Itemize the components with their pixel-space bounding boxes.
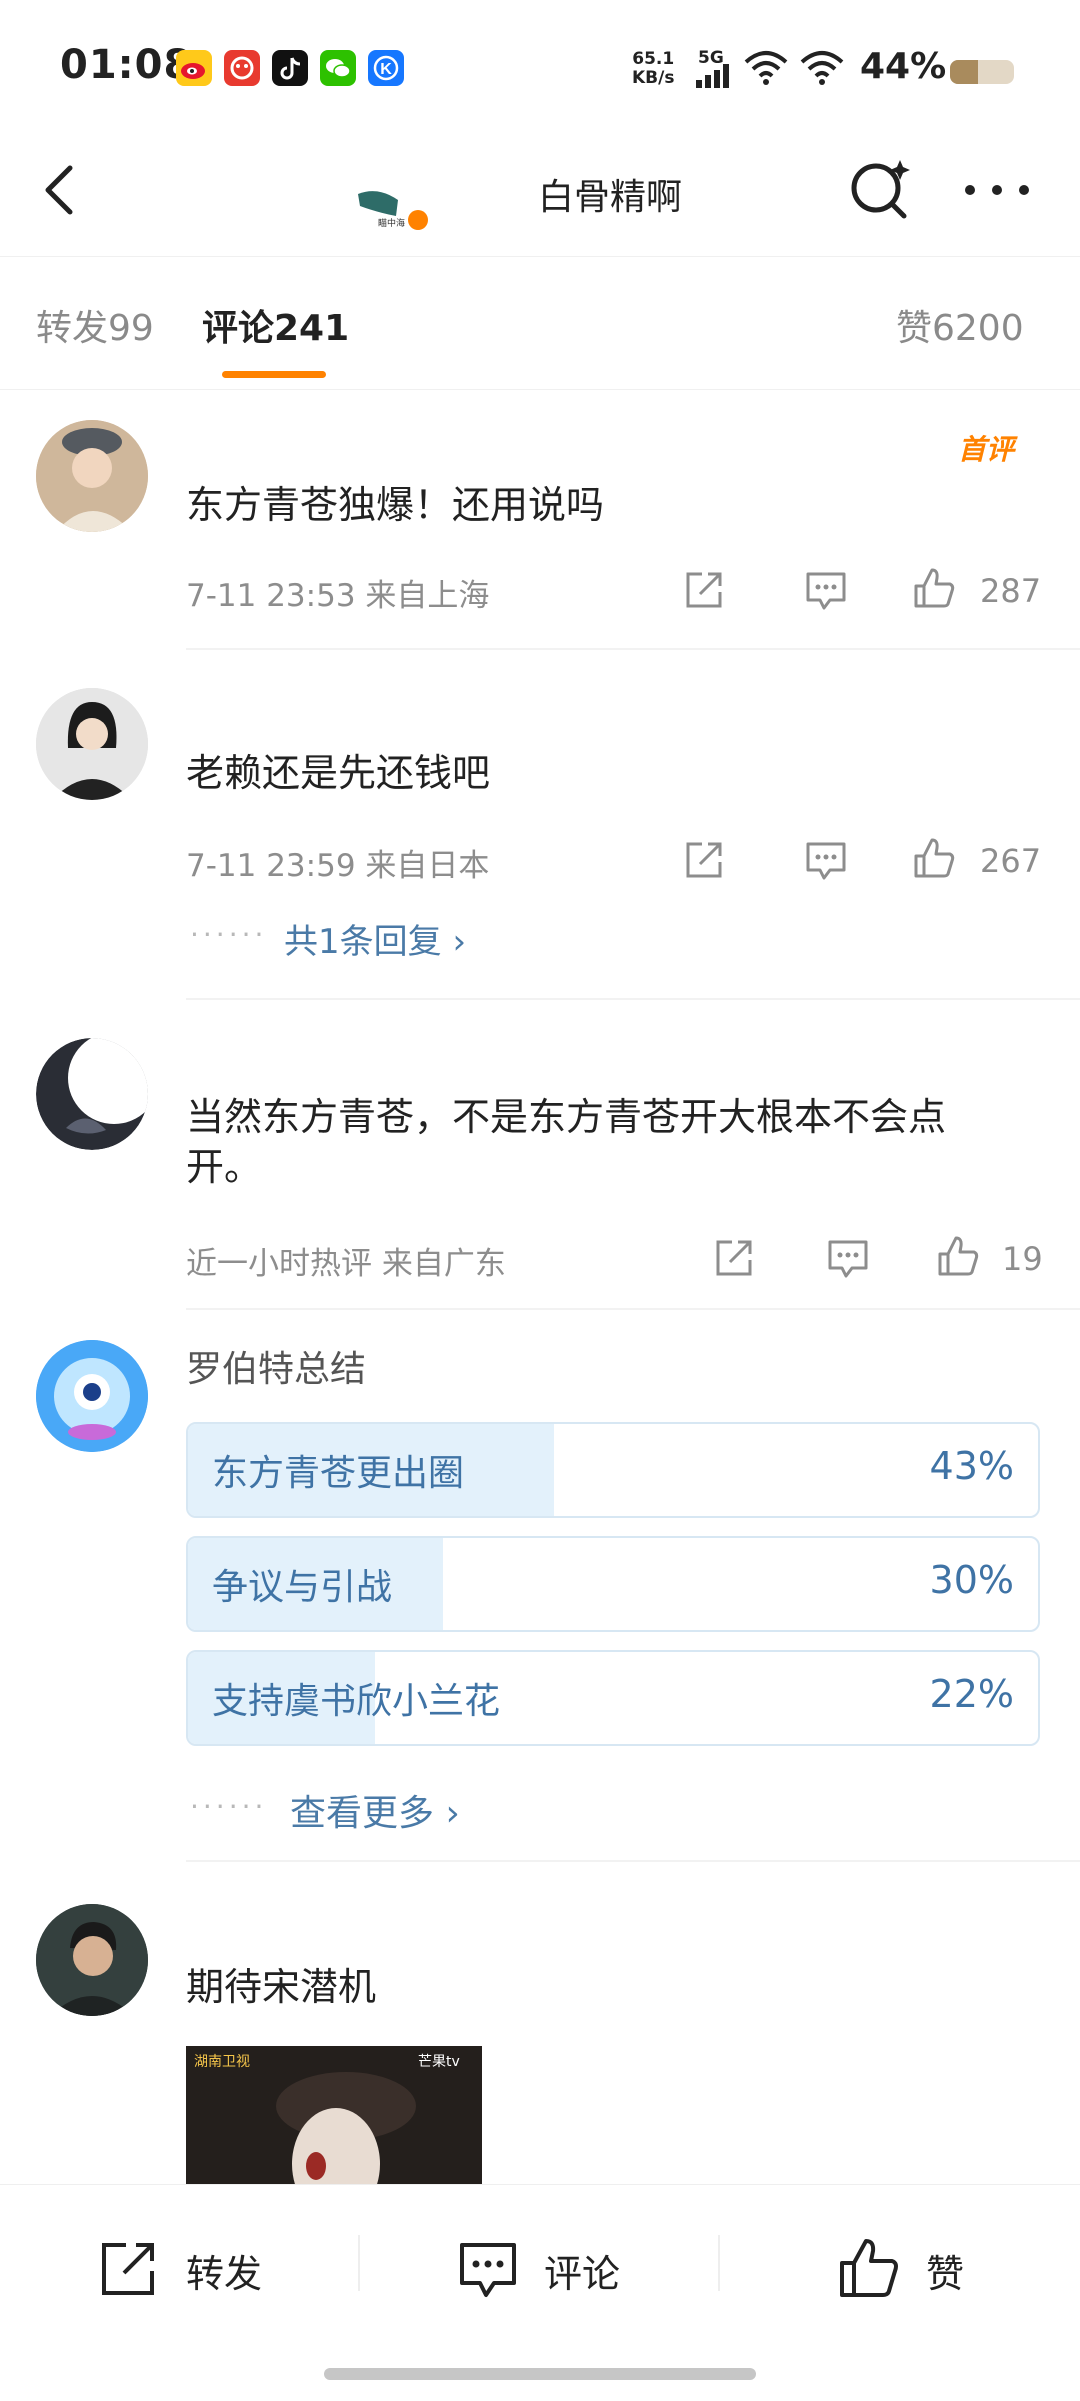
wifi-icon [800, 51, 844, 85]
net-speed: 65.1 KB/s [632, 49, 675, 88]
tab-repost[interactable]: 转发99 [36, 299, 154, 351]
comment-icon[interactable] [804, 838, 848, 882]
tab-likes[interactable]: 赞6200 [896, 299, 1024, 351]
wechat-icon [320, 50, 356, 86]
like-icon[interactable] [936, 1234, 980, 1278]
share-icon[interactable] [712, 1236, 756, 1280]
home-indicator[interactable] [324, 2368, 756, 2380]
poll-option-percent: 22% [929, 1672, 1014, 1716]
poll-option-label: 争议与引战 [212, 1567, 393, 1608]
status-time: 01:08 [60, 42, 193, 88]
svg-text:K: K [380, 61, 392, 78]
svg-text:瞄中海: 瞄中海 [378, 217, 405, 229]
app-blue-k-icon: K [368, 50, 404, 86]
poll-option-percent: 43% [929, 1444, 1014, 1488]
channel-logo-right: 芒果tv [418, 2054, 460, 2070]
like-label: 赞 [926, 2252, 965, 2296]
comment-button[interactable]: 评论 [456, 2237, 656, 2301]
repost-icon [102, 2243, 154, 2295]
poll-option-percent: 30% [929, 1558, 1014, 1602]
like-button[interactable]: 赞 [836, 2235, 996, 2301]
weibo-icon [176, 50, 212, 86]
divider [186, 648, 1080, 650]
share-icon[interactable] [682, 838, 726, 882]
poll-option[interactable]: 东方青苍更出圈 43% [186, 1422, 1040, 1518]
poll-option-label: 东方青苍更出圈 [212, 1453, 465, 1494]
wifi-plus-icon [744, 51, 788, 85]
more-dots: ······ [190, 1790, 268, 1823]
channel-logo-left: 湖南卫视 [194, 2054, 250, 2070]
separator [718, 2235, 720, 2291]
avatar[interactable] [36, 1340, 148, 1452]
poll-author: 罗伯特总结 [186, 1349, 367, 1390]
like-count: 287 [980, 572, 1042, 610]
divider [186, 1860, 1080, 1862]
comment-meta: 近一小时热评 来自广东 [186, 1246, 506, 1282]
comment-meta: 7-11 23:59 来自日本 [186, 848, 490, 884]
first-comment-badge: 首评 [958, 433, 1015, 466]
view-more-link[interactable]: 查看更多 › [290, 1784, 460, 1836]
comment-icon [460, 2243, 516, 2297]
battery-icon [950, 60, 1014, 84]
app-red-icon [224, 50, 260, 86]
comment-icon[interactable] [826, 1236, 870, 1280]
view-replies-link[interactable]: 共1条回复 › [284, 914, 466, 963]
like-count: 19 [1002, 1240, 1043, 1278]
repost-label: 转发 [186, 2252, 263, 2296]
avatar[interactable] [36, 420, 148, 532]
separator [358, 2235, 360, 2291]
repost-button[interactable]: 转发 [96, 2237, 296, 2301]
tiktok-icon [272, 50, 308, 86]
comment-text: 期待宋潜机 [186, 1965, 377, 2009]
more-options-icon[interactable] [962, 178, 1032, 202]
avatar[interactable] [36, 688, 148, 800]
search-icon[interactable] [846, 156, 912, 222]
cell-signal-icon [696, 64, 729, 88]
like-icon[interactable] [912, 566, 956, 610]
avatar[interactable] [36, 1038, 148, 1150]
avatar[interactable] [36, 1904, 148, 2016]
comment-image[interactable]: 湖南卫视 芒果tv [186, 2046, 482, 2184]
poll-option[interactable]: 争议与引战 30% [186, 1536, 1040, 1632]
comment-icon[interactable] [804, 568, 848, 612]
active-tab-indicator [222, 371, 326, 378]
like-icon [840, 2239, 898, 2297]
reply-dots: ······ [190, 918, 268, 951]
back-arrow-icon[interactable] [36, 160, 86, 220]
like-icon[interactable] [912, 836, 956, 880]
comment-meta: 7-11 23:53 来自上海 [186, 578, 490, 614]
divider [186, 998, 1080, 1000]
share-icon[interactable] [682, 568, 726, 612]
status-bar: 01:08 K 65.1 KB/s 5G 44% [0, 0, 1080, 130]
post-author-thumbnail[interactable]: 瞄中海 [358, 186, 436, 230]
comment-label: 评论 [544, 2252, 621, 2296]
poll-option[interactable]: 支持虞书欣小兰花 22% [186, 1650, 1040, 1746]
like-count: 267 [980, 842, 1042, 880]
tab-bar: 转发99 评论241 赞6200 [0, 256, 1080, 390]
page-title: 白骨精啊 [538, 177, 683, 218]
tab-comments[interactable]: 评论241 [202, 299, 349, 351]
comment-text: 当然东方青苍，不是东方青苍开大根本不会点开。 [186, 1095, 947, 1189]
battery-percent: 44% [860, 46, 947, 87]
poll-option-label: 支持虞书欣小兰花 [212, 1681, 501, 1722]
comment-text: 老赖还是先还钱吧 [186, 751, 491, 795]
comment-text: 东方青苍独爆！还用说吗 [186, 483, 605, 527]
divider [186, 1308, 1080, 1310]
